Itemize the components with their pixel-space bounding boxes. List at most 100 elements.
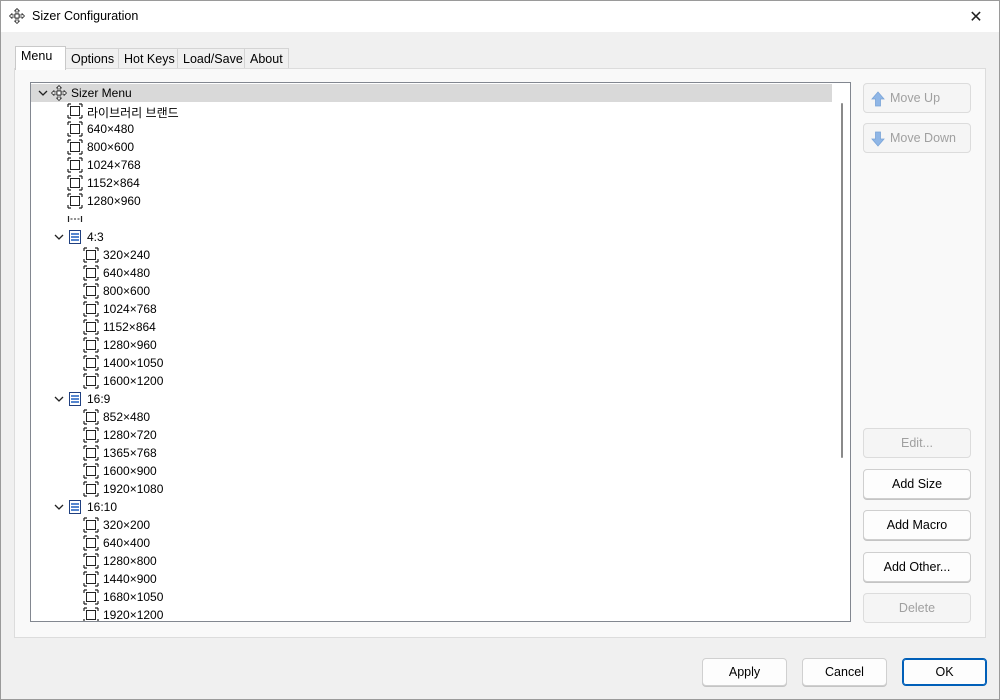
size-icon (67, 139, 83, 155)
tree-row[interactable]: 1152×864 (31, 318, 832, 336)
tree-row[interactable]: 1920×1080 (31, 480, 832, 498)
size-icon (83, 607, 99, 621)
tree-vertical-scrollbar[interactable] (832, 83, 850, 621)
tree-row-label: 800×600 (87, 140, 135, 154)
sizer-configuration-window: Sizer Configuration ✕ Menu Options Hot K… (0, 0, 1000, 700)
tree-row-label: 1152×864 (87, 176, 140, 190)
close-icon: ✕ (969, 8, 983, 26)
tree-row-label: 640×480 (103, 266, 151, 280)
size-icon (83, 517, 99, 533)
tree-row[interactable]: 1600×1200 (31, 372, 832, 390)
tree-row[interactable]: 800×600 (31, 282, 832, 300)
sizer-app-icon (9, 8, 25, 24)
menu-tree[interactable]: Sizer Menu 라이브러리 브랜드 640×480 800×600 1024×76… (30, 82, 851, 622)
tree-row[interactable]: 640×400 (31, 534, 832, 552)
move-down-button[interactable]: Move Down (863, 123, 971, 153)
ok-button[interactable]: OK (902, 658, 987, 686)
submenu-icon (69, 392, 81, 406)
tree-row[interactable]: 1400×1050 (31, 354, 832, 372)
tree-row[interactable]: 320×200 (31, 516, 832, 534)
tree-row[interactable]: Sizer Menu (31, 84, 832, 102)
tree-row-label: 1365×768 (103, 446, 157, 460)
size-icon (67, 103, 83, 119)
delete-button[interactable]: Delete (863, 593, 971, 623)
tree-row-label: 1680×1050 (103, 590, 164, 604)
tree-row[interactable]: 4:3 (31, 228, 832, 246)
tab-menu[interactable]: Menu (15, 46, 66, 70)
tree-row[interactable]: 1365×768 (31, 444, 832, 462)
apply-button[interactable]: Apply (702, 658, 787, 686)
tree-row[interactable]: 16:10 (31, 498, 832, 516)
chevron-down-icon[interactable] (53, 393, 65, 405)
tree-row-label: 16:10 (87, 500, 118, 514)
tree-row-label: 320×200 (103, 518, 151, 532)
cancel-button[interactable]: Cancel (802, 658, 887, 686)
tree-row[interactable]: 1024×768 (31, 156, 832, 174)
scrollbar-thumb[interactable] (841, 103, 843, 458)
tree-row[interactable]: 1600×900 (31, 462, 832, 480)
tree-row[interactable]: 1280×800 (31, 552, 832, 570)
add-other-button[interactable]: Add Other... (863, 552, 971, 582)
tab-load-save[interactable]: Load/Save (177, 48, 245, 69)
size-icon (83, 535, 99, 551)
size-icon (67, 121, 83, 137)
tree-row-label: 1600×1200 (103, 374, 164, 388)
tree-row[interactable]: 16:9 (31, 390, 832, 408)
size-icon (83, 355, 99, 371)
tab-about[interactable]: About (244, 48, 289, 69)
window-title: Sizer Configuration (32, 9, 139, 23)
tree-row-label: 852×480 (103, 410, 151, 424)
tree-row[interactable]: 1920×1200 (31, 606, 832, 621)
tree-row-label: 1152×864 (103, 320, 156, 334)
size-icon (83, 373, 99, 389)
tree-row[interactable]: 800×600 (31, 138, 832, 156)
size-icon (83, 409, 99, 425)
add-size-button[interactable]: Add Size (863, 469, 971, 499)
tab-hot-keys[interactable]: Hot Keys (118, 48, 178, 69)
size-icon (83, 301, 99, 317)
tree-row[interactable]: 1680×1050 (31, 588, 832, 606)
tree-row[interactable] (31, 210, 832, 228)
tree-row[interactable]: 1280×960 (31, 192, 832, 210)
close-button[interactable]: ✕ (953, 1, 999, 32)
size-icon (83, 265, 99, 281)
tree-row[interactable]: 1280×960 (31, 336, 832, 354)
size-icon (67, 175, 83, 191)
tree-row[interactable]: 640×480 (31, 264, 832, 282)
tree-row[interactable]: 1024×768 (31, 300, 832, 318)
tree-row-label: 1280×960 (103, 338, 157, 352)
tree-row-label: 640×480 (87, 122, 135, 136)
tab-options[interactable]: Options (65, 48, 119, 69)
size-icon (83, 463, 99, 479)
size-icon (67, 157, 83, 173)
tree-row-label: 1280×960 (87, 194, 141, 208)
tree-row-label: 4:3 (87, 230, 104, 244)
tree-row-label: 1400×1050 (103, 356, 164, 370)
tree-row-label: 1280×720 (103, 428, 157, 442)
tree-row[interactable]: 1152×864 (31, 174, 832, 192)
size-icon (83, 571, 99, 587)
tree-row[interactable]: 1280×720 (31, 426, 832, 444)
tree-row[interactable]: 640×480 (31, 120, 832, 138)
tree-row-label: 1440×900 (103, 572, 157, 586)
tree-row[interactable]: 852×480 (31, 408, 832, 426)
title-bar[interactable]: Sizer Configuration ✕ (1, 1, 999, 32)
tree-row-label: 800×600 (103, 284, 151, 298)
tree-row-label: 1920×1080 (103, 482, 164, 496)
tree-row-label: 라이브러리 브랜드 (87, 106, 179, 120)
tree-row-label: 320×240 (103, 248, 151, 262)
sizer-move-icon (51, 85, 67, 101)
tree-row[interactable]: 320×240 (31, 246, 832, 264)
tree-row[interactable]: 라이브러리 브랜드 (31, 102, 832, 120)
separator-icon (67, 216, 83, 222)
tree-row-label: 1280×800 (103, 554, 157, 568)
move-up-button[interactable]: Move Up (863, 83, 971, 113)
edit-button[interactable]: Edit... (863, 428, 971, 458)
chevron-down-icon[interactable] (53, 231, 65, 243)
size-icon (83, 445, 99, 461)
chevron-down-icon[interactable] (37, 87, 49, 99)
add-macro-button[interactable]: Add Macro (863, 510, 971, 540)
chevron-down-icon[interactable] (53, 501, 65, 513)
size-icon (83, 283, 99, 299)
tree-row[interactable]: 1440×900 (31, 570, 832, 588)
